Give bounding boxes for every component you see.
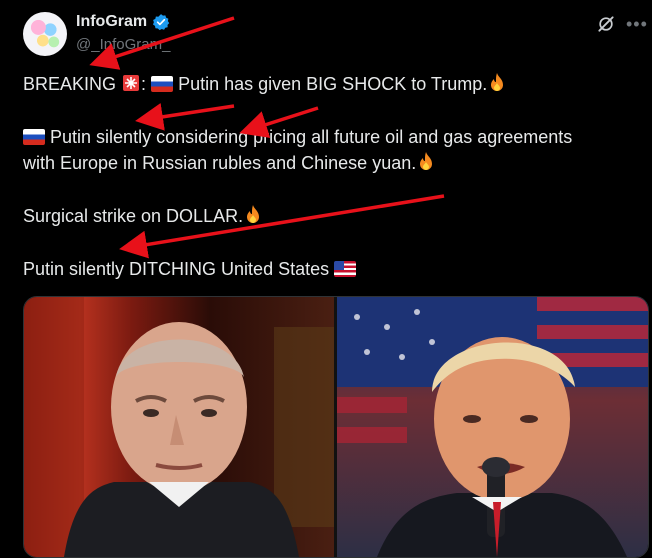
post-line-5: Putin silently DITCHING United States [23,256,357,282]
post-line-3: with Europe in Russian rubles and Chines… [23,150,436,176]
avatar[interactable] [23,12,67,56]
trump-photo[interactable] [337,297,648,557]
post-text-shock: Putin has given BIG SHOCK to Trump. [178,74,488,94]
post-text-breaking: BREAKING [23,74,117,94]
post-text-colon: : [141,74,147,94]
more-icon[interactable]: ••• [626,13,648,35]
verified-badge-icon [153,14,170,31]
usa-flag-icon [334,261,357,277]
grok-icon[interactable] [596,14,616,34]
post-text-ditching: Putin silently DITCHING United States [23,259,330,279]
post-line-2: Putin silently considering pricing all f… [23,124,572,150]
putin-photo-illustration [24,297,334,557]
post-text-dollar: Surgical strike on DOLLAR. [23,206,244,226]
russia-flag-icon [23,129,45,145]
author-display-name[interactable]: InfoGram [76,13,147,31]
russia-flag-icon [151,76,174,92]
fire-emoji-icon [491,73,504,91]
trump-photo-illustration [337,297,648,557]
post-media[interactable] [23,296,649,558]
fire-emoji-icon [420,152,433,170]
author-handle[interactable]: @_InfoGram_ [76,36,170,53]
annotation-arrow [135,103,235,131]
fire-emoji-icon [247,205,260,223]
putin-photo[interactable] [24,297,334,557]
siren-emoji-icon [123,75,140,91]
post-text-considering: Putin silently considering pricing all f… [50,127,573,147]
post-text-rubles: with Europe in Russian rubles and Chines… [23,153,417,173]
post-line-1: BREAKING : Putin has given BIG SHOCK to … [23,71,507,97]
post-line-4: Surgical strike on DOLLAR. [23,203,263,229]
author-name-row: InfoGram [76,13,170,31]
